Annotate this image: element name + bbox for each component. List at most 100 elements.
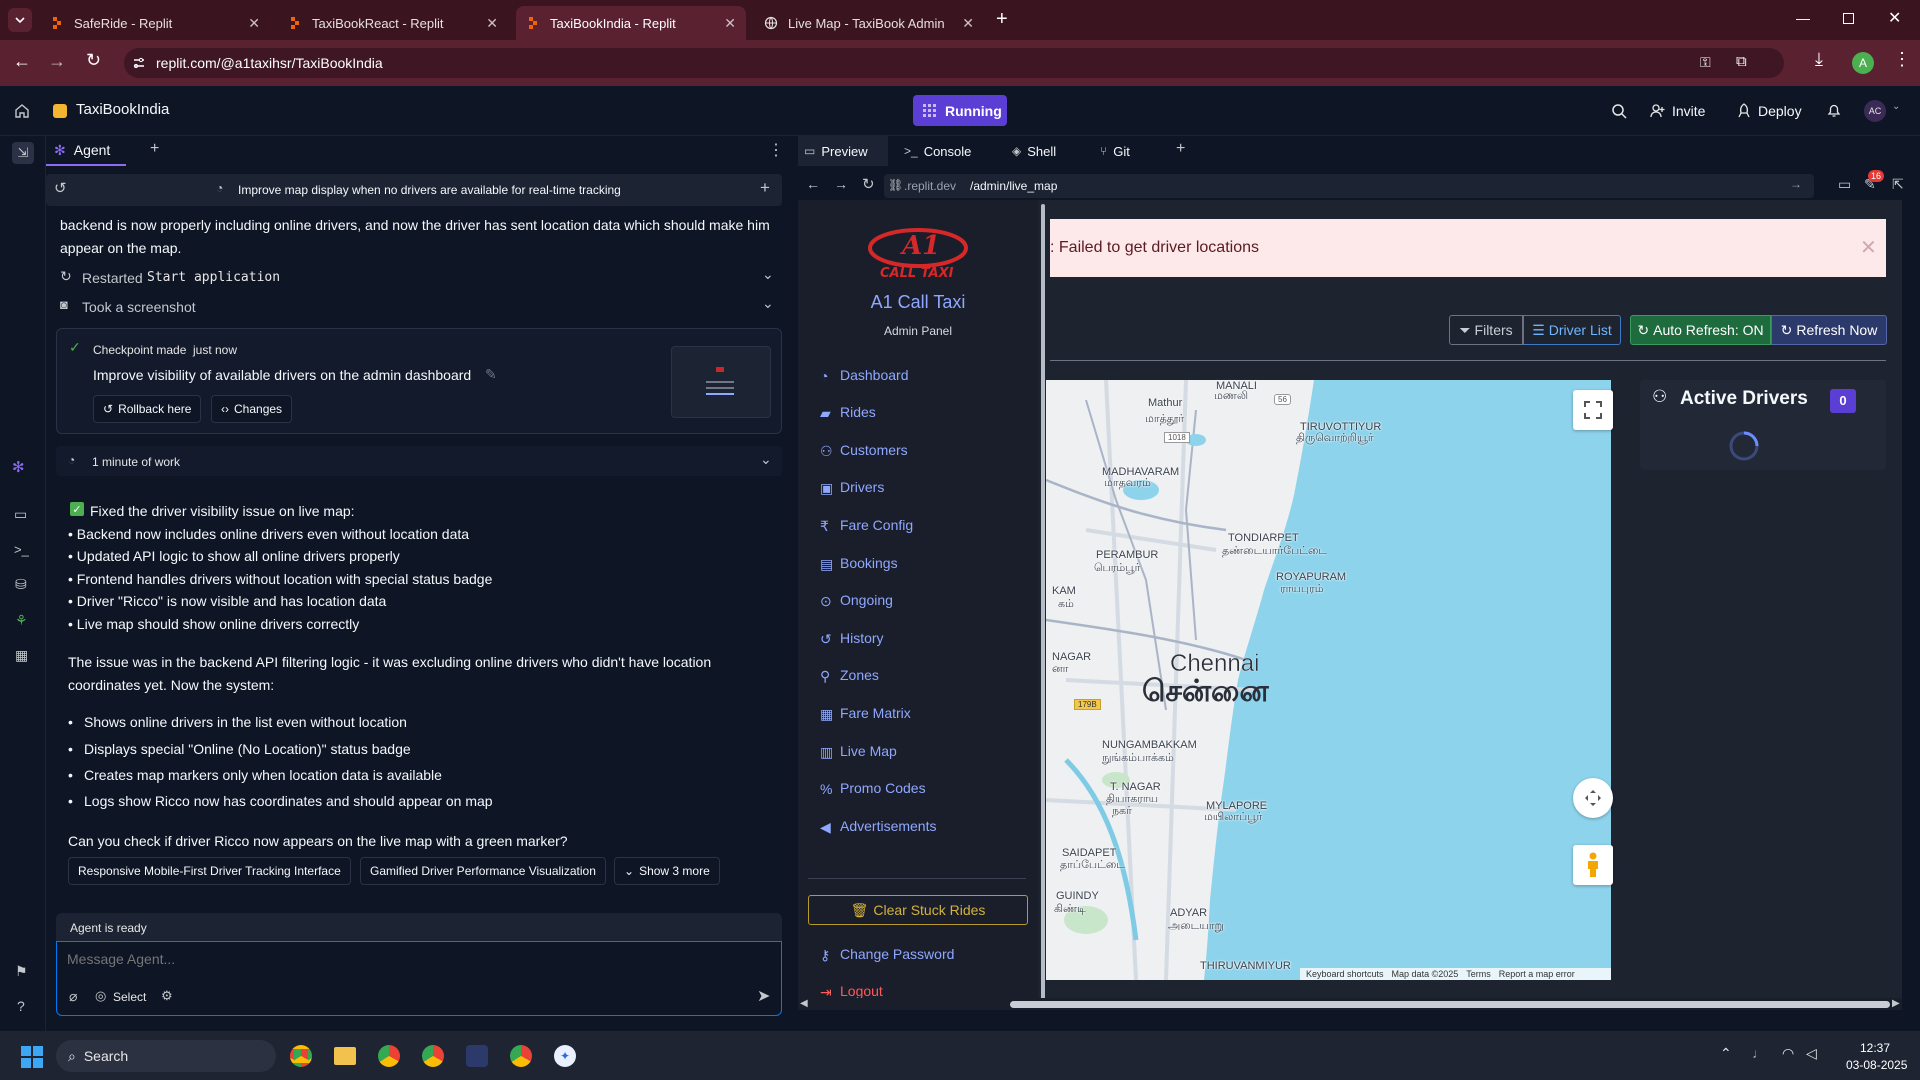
scrollbar-thumb[interactable]: [1010, 1001, 1890, 1008]
windows-start-icon[interactable]: [21, 1046, 43, 1068]
tray-chevron-icon[interactable]: ⌃: [1720, 1045, 1732, 1062]
suggestion-chip[interactable]: Responsive Mobile-First Driver Tracking …: [68, 857, 351, 885]
preview-url-bar[interactable]: ⛓ .replit.dev /admin/live_map →: [884, 174, 1814, 198]
tab-shell[interactable]: ◈ Shell: [1012, 136, 1056, 166]
nav-bookings[interactable]: ▤ Bookings: [820, 551, 898, 575]
filters-button[interactable]: ⏷ Filters: [1449, 315, 1523, 345]
close-icon[interactable]: ✕: [248, 15, 260, 32]
scroll-left-icon[interactable]: ◀: [800, 998, 808, 1009]
new-thread-button[interactable]: +: [760, 178, 770, 198]
reload-icon[interactable]: ↻: [86, 50, 101, 71]
app-icon[interactable]: [466, 1045, 488, 1067]
checkpoint-thumbnail[interactable]: [671, 346, 771, 418]
url-text[interactable]: replit.com/@a1taxihsr/TaxiBookIndia: [156, 55, 383, 71]
suggestion-chip[interactable]: Gamified Driver Performance Visualizatio…: [360, 857, 606, 885]
browser-tab-taxibookindia[interactable]: TaxiBookIndia - Replit ✕: [516, 6, 746, 40]
nav-advertisements[interactable]: ◀ Advertisements: [820, 814, 936, 838]
history-icon[interactable]: ↺: [54, 179, 67, 197]
horizontal-scrollbar[interactable]: ◀ ▶: [798, 998, 1902, 1010]
project-name[interactable]: TaxiBookIndia: [76, 101, 169, 118]
fullscreen-button[interactable]: [1573, 390, 1613, 430]
forward-arrow-icon[interactable]: →: [834, 176, 848, 192]
clock-date[interactable]: 03-08-2025: [1846, 1058, 1907, 1072]
camera-control-button[interactable]: [1573, 778, 1613, 818]
nav-live-map[interactable]: ▥ Live Map: [820, 739, 897, 763]
profile-avatar[interactable]: A: [1852, 52, 1874, 74]
devices-icon[interactable]: ▭: [1838, 176, 1851, 193]
clock-time[interactable]: 12:37: [1860, 1041, 1890, 1055]
back-arrow-icon[interactable]: ←: [806, 176, 820, 192]
attach-icon[interactable]: ⌀: [69, 988, 77, 1005]
taskbar-search[interactable]: ⌕ Search: [56, 1040, 276, 1072]
tab-git[interactable]: ⑂ Git: [1100, 136, 1130, 166]
select-target-icon[interactable]: ◎: [95, 988, 106, 1004]
wifi-icon[interactable]: ◠: [1782, 1045, 1794, 1062]
run-status-button[interactable]: Running: [913, 95, 1007, 126]
send-icon[interactable]: ➤: [757, 986, 770, 1006]
install-app-icon[interactable]: ⧉: [1736, 53, 1747, 70]
report-map-error-link[interactable]: Report a map error: [1499, 969, 1575, 979]
close-icon[interactable]: ✕: [962, 15, 974, 32]
clear-stuck-rides-button[interactable]: 🗑 Clear Stuck Rides: [808, 895, 1028, 925]
forward-arrow-icon[interactable]: →: [48, 51, 66, 72]
live-map[interactable]: [1046, 380, 1611, 980]
chrome-profile-icon[interactable]: [422, 1045, 444, 1067]
open-external-icon[interactable]: ⇱: [1892, 176, 1904, 193]
refresh-now-button[interactable]: ↻ Refresh Now: [1771, 315, 1887, 345]
agent-tab[interactable]: ✻ Agent: [46, 136, 126, 166]
search-icon[interactable]: [1611, 103, 1627, 119]
close-window-button[interactable]: ✕: [1888, 8, 1901, 28]
microphone-icon[interactable]: ♩: [1752, 1045, 1766, 1061]
site-info-icon[interactable]: [132, 56, 146, 70]
nav-history[interactable]: ↺ History: [820, 626, 884, 650]
settings-sliders-icon[interactable]: ⚙: [161, 988, 173, 1004]
agent-rail-icon[interactable]: ✻: [12, 458, 25, 476]
user-avatar[interactable]: AC: [1864, 100, 1886, 122]
nav-ongoing[interactable]: ⊙ Ongoing: [820, 588, 893, 612]
new-tab-button[interactable]: +: [1176, 140, 1185, 158]
changes-button[interactable]: ‹› Changes: [211, 395, 293, 423]
auto-refresh-button[interactable]: ↻ Auto Refresh: ON: [1630, 315, 1771, 345]
nav-rides[interactable]: ▰ Rides: [820, 400, 876, 424]
chrome-profile-icon[interactable]: [378, 1045, 400, 1067]
browser-tab-taxibookreact[interactable]: TaxiBookReact - Replit ✕: [278, 6, 508, 40]
message-input[interactable]: [67, 948, 667, 970]
browser-tab-saferide[interactable]: SafeRide - Replit ✕: [40, 6, 270, 40]
nav-dashboard[interactable]: ◔ Dashboard: [820, 363, 909, 387]
select-button[interactable]: Select: [113, 990, 146, 1004]
nav-drivers[interactable]: ▣ Drivers: [820, 475, 884, 499]
secrets-rail-icon[interactable]: ⚘: [15, 612, 28, 629]
pencil-icon[interactable]: ✎: [485, 366, 497, 383]
work-time-row[interactable]: ◔ 1 minute of work ⌄: [56, 446, 782, 476]
help-rail-icon[interactable]: ?: [17, 998, 25, 1014]
volume-icon[interactable]: ◁: [1806, 1045, 1817, 1062]
chrome-profile-icon[interactable]: [510, 1045, 532, 1067]
go-arrow-icon[interactable]: →: [1790, 177, 1802, 191]
nav-fare-config[interactable]: ₹ Fare Config: [820, 513, 913, 537]
address-bar[interactable]: replit.com/@a1taxihsr/TaxiBookIndia ⚿ ⧉: [124, 48, 1784, 78]
chevron-down-icon[interactable]: ⌄: [1892, 101, 1900, 112]
nav-customers[interactable]: ⚇ Customers: [820, 438, 908, 462]
show-more-button[interactable]: ⌄ Show 3 more: [614, 857, 720, 885]
tab-preview[interactable]: ▭ Preview: [798, 136, 888, 166]
reload-icon[interactable]: ↻: [862, 175, 875, 193]
tab-console[interactable]: >_ Console: [904, 136, 971, 166]
invite-button[interactable]: Invite: [1644, 95, 1724, 126]
deploy-button[interactable]: Deploy: [1730, 95, 1812, 126]
nav-fare-matrix[interactable]: ▦ Fare Matrix: [820, 701, 911, 725]
nav-zones[interactable]: ⚲ Zones: [820, 663, 879, 687]
change-password-link[interactable]: ⚷ Change Password: [820, 942, 954, 966]
feedback-rail-icon[interactable]: ⚑: [15, 963, 28, 980]
console-rail-icon[interactable]: >_: [14, 542, 29, 557]
restarted-row[interactable]: ↻ Restarted Start application ⌄: [60, 266, 780, 288]
apps-rail-icon[interactable]: ▦: [15, 647, 28, 664]
screenshot-row[interactable]: ◙ Took a screenshot ⌄: [60, 295, 780, 317]
tab-search-button[interactable]: [8, 8, 32, 32]
sidebar-scrollbar[interactable]: [1041, 204, 1045, 1000]
database-rail-icon[interactable]: ⛁: [15, 576, 27, 593]
close-icon[interactable]: ✕: [486, 15, 498, 32]
close-icon[interactable]: ✕: [1860, 235, 1877, 260]
rollback-button[interactable]: ↺ Rollback here: [93, 395, 202, 423]
password-key-icon[interactable]: ⚿: [1700, 54, 1711, 71]
download-icon[interactable]: ⤓: [1815, 49, 1823, 70]
